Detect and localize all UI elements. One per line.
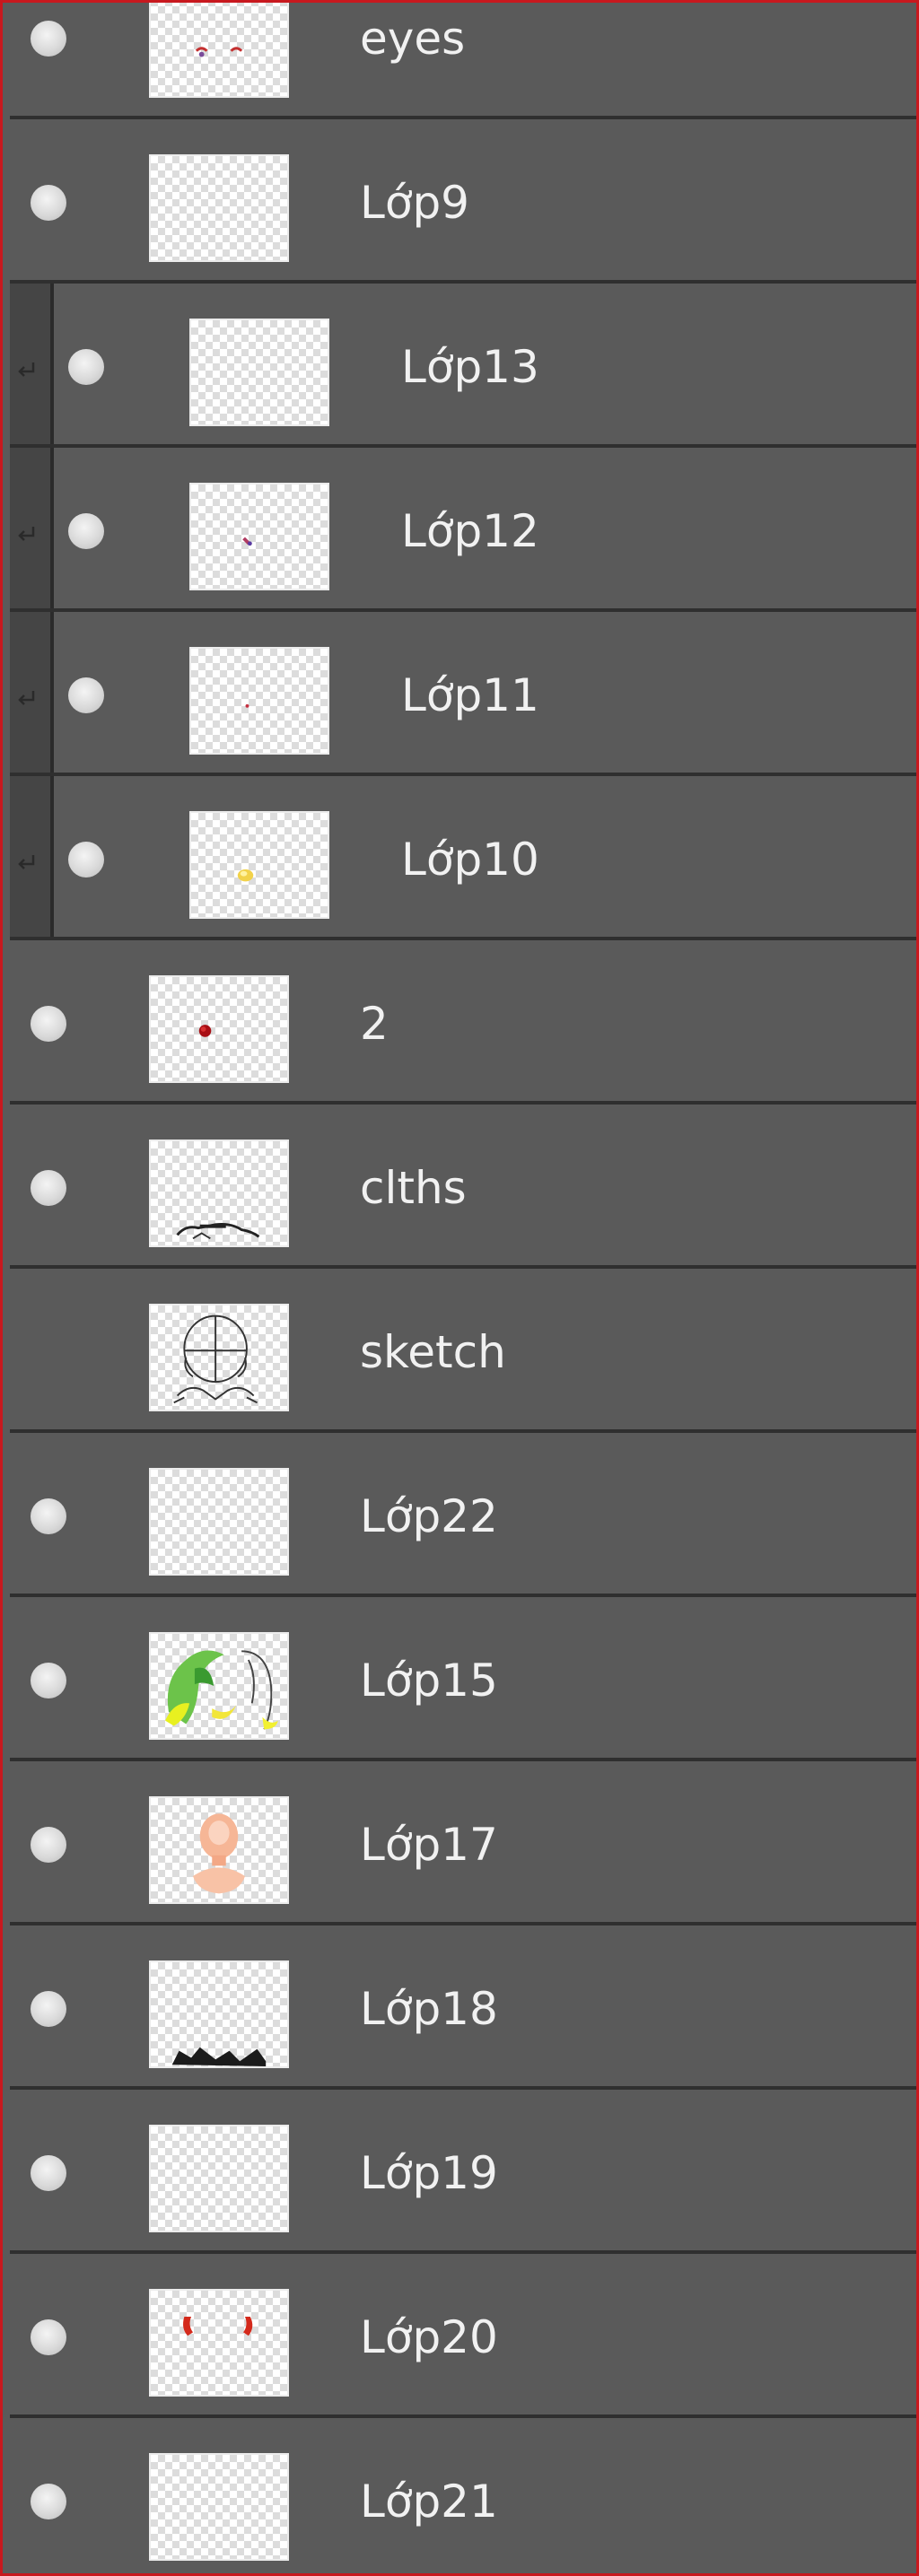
clipping-mask-icon bbox=[17, 689, 37, 707]
eye-icon[interactable] bbox=[31, 1663, 66, 1698]
layer-row[interactable]: Lớp15 bbox=[10, 1597, 916, 1761]
eye-icon[interactable] bbox=[31, 1827, 66, 1863]
layer-thumbnail bbox=[189, 647, 329, 755]
layer-name: eyes bbox=[360, 13, 466, 65]
clipping-mask-icon bbox=[17, 525, 37, 543]
layer-name: Lớp15 bbox=[360, 1655, 498, 1707]
layer-row[interactable]: sketch bbox=[10, 1269, 916, 1433]
eye-icon[interactable] bbox=[31, 2319, 66, 2355]
layer-thumbnail bbox=[189, 319, 329, 426]
layer-name: Lớp9 bbox=[360, 177, 469, 229]
layer-name: Lớp18 bbox=[360, 1983, 498, 2035]
eye-icon[interactable] bbox=[68, 349, 104, 385]
eye-icon[interactable] bbox=[31, 2484, 66, 2519]
layer-thumbnail bbox=[149, 1632, 289, 1740]
layer-thumbnail bbox=[189, 811, 329, 919]
layer-row[interactable]: Lớp13 bbox=[10, 284, 916, 448]
layer-row[interactable]: Lớp21 bbox=[10, 2418, 916, 2573]
layer-thumbnail bbox=[149, 2453, 289, 2561]
layer-thumbnail bbox=[149, 1960, 289, 2068]
layer-row[interactable]: Lớp20 bbox=[10, 2254, 916, 2418]
layer-thumbnail bbox=[149, 2125, 289, 2232]
eye-icon[interactable] bbox=[68, 842, 104, 878]
layer-name: clths bbox=[360, 1162, 467, 1214]
layer-name: sketch bbox=[360, 1326, 506, 1378]
layer-thumbnail bbox=[149, 2289, 289, 2397]
layer-name: Lớp17 bbox=[360, 1819, 498, 1871]
layer-row[interactable]: Lớp9 bbox=[10, 119, 916, 284]
layers-panel: eyes Lớp9 Lớp13 Lớp12 Lớp11 Lớp10 2 clth… bbox=[0, 0, 919, 2576]
layer-list: eyes Lớp9 Lớp13 Lớp12 Lớp11 Lớp10 2 clth… bbox=[10, 3, 916, 2573]
layer-thumbnail bbox=[149, 1140, 289, 1247]
layer-row[interactable]: Lớp11 bbox=[10, 612, 916, 776]
clip-indent bbox=[10, 448, 54, 608]
layer-row[interactable]: Lớp18 bbox=[10, 1925, 916, 2090]
eye-icon[interactable] bbox=[68, 677, 104, 713]
layer-thumbnail bbox=[149, 1304, 289, 1411]
layer-name: Lớp19 bbox=[360, 2147, 498, 2199]
layer-name: Lớp12 bbox=[401, 505, 539, 557]
layer-name: Lớp11 bbox=[401, 669, 539, 721]
clip-indent bbox=[10, 776, 54, 937]
layer-row[interactable]: 2 bbox=[10, 940, 916, 1105]
eye-icon[interactable] bbox=[31, 1991, 66, 2027]
layer-thumbnail bbox=[149, 3, 289, 98]
layer-name: Lớp21 bbox=[360, 2476, 498, 2528]
layer-thumbnail bbox=[149, 1468, 289, 1576]
layer-name: Lớp22 bbox=[360, 1490, 498, 1542]
layer-name: Lớp10 bbox=[401, 834, 539, 886]
layer-row[interactable]: Lớp10 bbox=[10, 776, 916, 940]
layer-thumbnail bbox=[149, 975, 289, 1083]
layer-row[interactable]: Lớp19 bbox=[10, 2090, 916, 2254]
eye-icon[interactable] bbox=[31, 185, 66, 221]
layer-name: Lớp20 bbox=[360, 2311, 498, 2363]
eye-icon[interactable] bbox=[68, 513, 104, 549]
layer-thumbnail bbox=[189, 483, 329, 590]
clipping-mask-icon bbox=[17, 853, 37, 871]
layer-name: 2 bbox=[360, 998, 389, 1050]
layer-name: Lớp13 bbox=[401, 341, 539, 393]
layer-row[interactable]: eyes bbox=[10, 3, 916, 119]
layer-thumbnail bbox=[149, 154, 289, 262]
eye-icon[interactable] bbox=[31, 2155, 66, 2191]
clipping-mask-icon bbox=[17, 361, 37, 379]
eye-icon[interactable] bbox=[31, 1498, 66, 1534]
eye-icon[interactable] bbox=[31, 1170, 66, 1206]
layer-thumbnail bbox=[149, 1796, 289, 1904]
clip-indent bbox=[10, 612, 54, 773]
layer-row[interactable]: Lớp17 bbox=[10, 1761, 916, 1925]
clip-indent bbox=[10, 284, 54, 444]
layer-row[interactable]: clths bbox=[10, 1105, 916, 1269]
layer-row[interactable]: Lớp22 bbox=[10, 1433, 916, 1597]
eye-icon[interactable] bbox=[31, 21, 66, 57]
layer-row[interactable]: Lớp12 bbox=[10, 448, 916, 612]
eye-icon[interactable] bbox=[31, 1006, 66, 1042]
